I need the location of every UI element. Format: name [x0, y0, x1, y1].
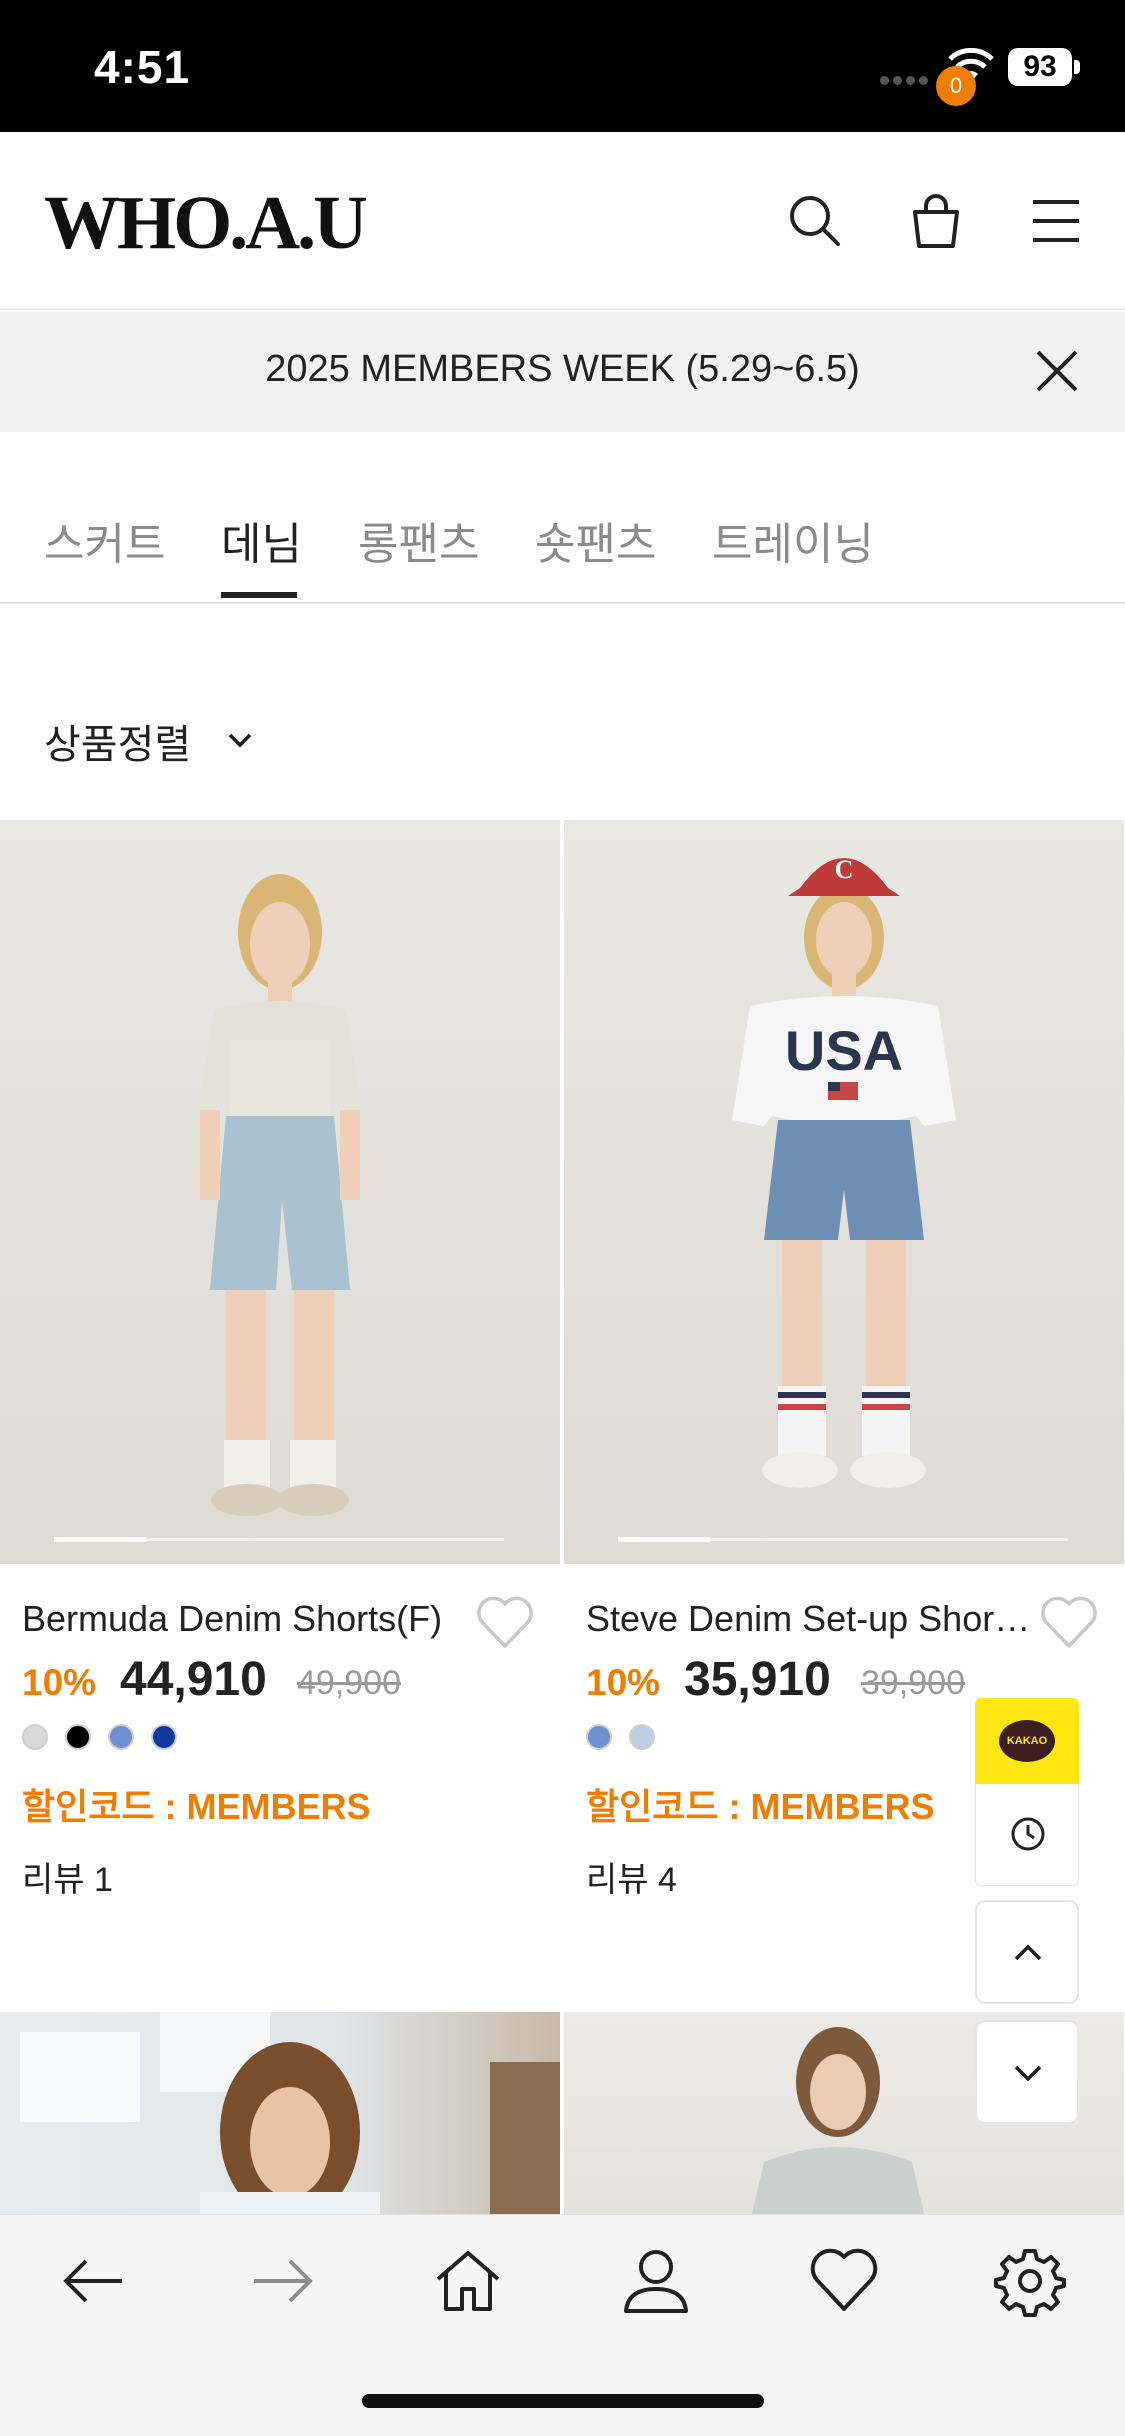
sale-price: 35,910: [684, 1653, 831, 1706]
kakao-chat-button[interactable]: KAKAO: [975, 1698, 1079, 1784]
signal-icon: [880, 72, 934, 85]
brand-logo[interactable]: WHO.A.U: [44, 180, 368, 267]
model-figure: [198, 874, 362, 1516]
product-card[interactable]: Bermuda Denim Shorts(F) 10% 44,910 49,90…: [0, 820, 560, 2010]
color-swatch[interactable]: [629, 1724, 655, 1750]
home-indicator: [362, 2394, 764, 2408]
chevron-up-icon: [1014, 1944, 1042, 1961]
svg-text:C: C: [835, 855, 854, 884]
product-name[interactable]: Bermuda Denim Shorts(F): [22, 1598, 502, 1640]
image-carousel-position: [54, 1537, 146, 1542]
color-swatch[interactable]: [586, 1724, 612, 1750]
chevron-down-icon[interactable]: [226, 726, 254, 754]
battery-nub: [1074, 60, 1080, 74]
forward-arrow-icon[interactable]: [246, 2245, 318, 2317]
kakao-talk-icon: KAKAO: [999, 1720, 1055, 1762]
discount-code: 할인코드 : MEMBERS: [586, 1786, 935, 1827]
review-count: 리뷰 1: [22, 1861, 113, 1899]
discount-code: 할인코드 : MEMBERS: [22, 1786, 371, 1827]
search-icon[interactable]: [782, 188, 848, 254]
status-time: 4:51: [94, 41, 191, 93]
clock-icon: [1011, 1817, 1045, 1851]
site-header: WHO.A.U: [0, 132, 1125, 310]
promo-banner-text: 2025 MEMBERS WEEK (5.29~6.5): [265, 348, 860, 390]
recent-viewed-button[interactable]: [975, 1784, 1079, 1886]
image-carousel-position: [618, 1537, 710, 1542]
scroll-top-button[interactable]: [975, 1900, 1079, 2004]
product-card[interactable]: [0, 2012, 560, 2214]
scroll-bottom-button[interactable]: [975, 2020, 1079, 2124]
battery-icon: 93: [1008, 48, 1072, 86]
discount-rate: 10%: [22, 1662, 97, 1703]
color-swatch[interactable]: [22, 1724, 48, 1750]
price-row: 10% 44,910 49,900: [22, 1652, 562, 1706]
back-arrow-icon[interactable]: [58, 2245, 130, 2317]
tab-shorts[interactable]: 숏팬츠: [535, 508, 656, 572]
user-icon[interactable]: [620, 2245, 692, 2317]
model-figure: C USA: [732, 855, 956, 1488]
review-count: 리뷰 4: [586, 1861, 677, 1899]
tab-skirt[interactable]: 스커트: [44, 508, 165, 572]
active-tab-indicator: [221, 592, 297, 598]
home-icon[interactable]: [432, 2245, 504, 2317]
original-price: 39,900: [861, 1664, 965, 1702]
heart-icon[interactable]: [1038, 1594, 1100, 1650]
tab-denim[interactable]: 데님: [221, 508, 302, 572]
color-swatch[interactable]: [65, 1724, 91, 1750]
cart-icon[interactable]: [903, 188, 969, 254]
sort-dropdown[interactable]: 상품정렬: [44, 712, 191, 770]
product-name[interactable]: Steve Denim Set-up Shor…: [586, 1598, 1046, 1640]
discount-rate: 10%: [586, 1662, 661, 1703]
close-icon[interactable]: [1032, 346, 1082, 396]
promo-banner[interactable]: 2025 MEMBERS WEEK (5.29~6.5): [0, 312, 1125, 432]
menu-icon[interactable]: [1023, 188, 1089, 254]
gear-icon[interactable]: [994, 2245, 1066, 2317]
product-image[interactable]: C USA: [564, 820, 1124, 1564]
color-swatches: [22, 1724, 194, 1752]
heart-icon[interactable]: [808, 2245, 880, 2317]
product-image[interactable]: [0, 820, 560, 1564]
cart-count-badge: 0: [936, 66, 976, 106]
color-swatch[interactable]: [108, 1724, 134, 1750]
product-image: [20, 2012, 560, 2214]
tab-training[interactable]: 트레이닝: [712, 508, 874, 572]
color-swatch[interactable]: [151, 1724, 177, 1750]
sale-price: 44,910: [120, 1653, 267, 1706]
svg-text:USA: USA: [785, 1019, 903, 1082]
tab-long-pants[interactable]: 롱팬츠: [358, 508, 479, 572]
heart-icon[interactable]: [474, 1594, 536, 1650]
category-tabs: 스커트 데님 롱팬츠 숏팬츠 트레이닝: [0, 432, 1125, 604]
original-price: 49,900: [297, 1664, 401, 1702]
chevron-down-icon: [1014, 2065, 1042, 2082]
color-swatches: [586, 1724, 672, 1752]
